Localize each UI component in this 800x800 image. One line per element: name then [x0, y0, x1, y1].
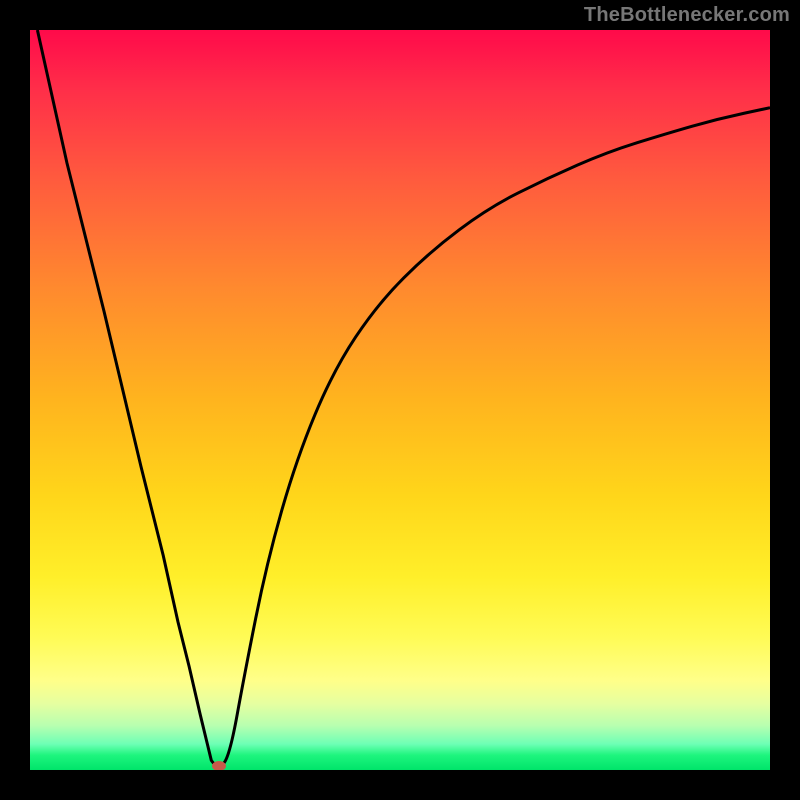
optimal-point-marker: [212, 761, 226, 770]
attribution-text: TheBottlenecker.com: [584, 4, 790, 27]
curve-svg: [30, 30, 770, 770]
chart-frame: TheBottlenecker.com: [0, 0, 800, 800]
bottleneck-curve: [37, 30, 770, 770]
plot-area: [30, 30, 770, 770]
